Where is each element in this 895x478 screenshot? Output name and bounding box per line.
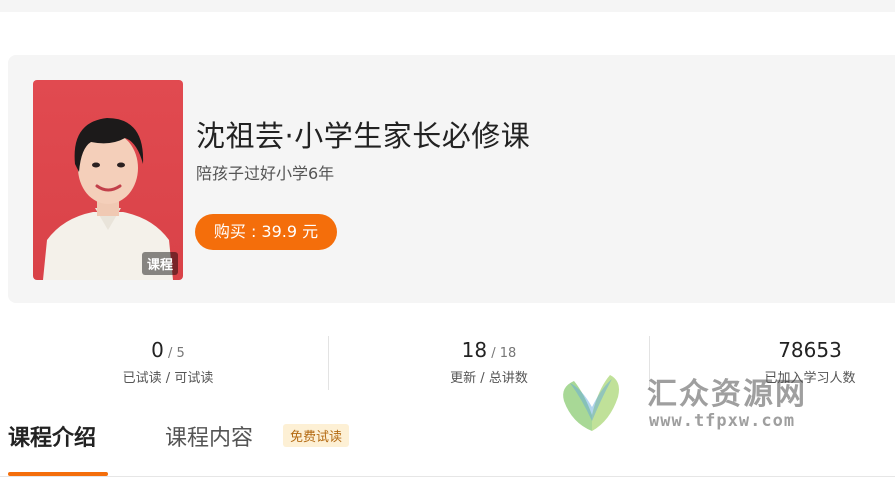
stat-updates-value: 18 (461, 338, 488, 362)
tabs-divider (0, 476, 895, 477)
free-trial-badge: 免费试读 (283, 424, 350, 447)
stat-learners: 78653 已加入学习人数 (650, 338, 895, 386)
stat-updates-label: 更新 / 总讲数 (450, 371, 528, 386)
stat-separator: / (487, 346, 500, 361)
course-cover[interactable]: 课程 (33, 80, 183, 280)
stat-updates-total: 18 (499, 346, 517, 361)
stat-separator: / (163, 346, 177, 361)
stat-trial-read-value: 0 (151, 338, 164, 362)
top-bar (0, 0, 895, 12)
course-type-badge: 课程 (141, 252, 178, 275)
tab-course-content[interactable]: 课程内容 (165, 420, 253, 452)
stat-trial-read: 0 / 5 已试读 / 可试读 (8, 338, 328, 386)
stat-learners-label: 已加入学习人数 (764, 371, 856, 386)
stat-trial-read-label: 已试读 / 可试读 (122, 371, 214, 386)
stat-updates: 18 / 18 更新 / 总讲数 (329, 338, 649, 386)
stat-learners-value: 78653 (778, 338, 842, 362)
course-header-card: 课程 沈祖芸·小学生家长必修课 陪孩子过好小学6年 购买 : 39.9 元 (8, 55, 895, 303)
tab-course-intro[interactable]: 课程介绍 (8, 420, 96, 452)
stat-trial-read-total: 5 (176, 346, 185, 361)
course-title: 沈祖芸·小学生家长必修课 (196, 119, 531, 153)
buy-button[interactable]: 购买 : 39.9 元 (195, 214, 337, 250)
course-stats: 0 / 5 已试读 / 可试读 18 / 18 更新 / 总讲数 78653 已… (0, 330, 895, 400)
course-tabs: 课程介绍 课程内容 免费试读 (0, 410, 895, 478)
author-portrait-image (43, 118, 173, 280)
course-subtitle: 陪孩子过好小学6年 (196, 164, 335, 183)
